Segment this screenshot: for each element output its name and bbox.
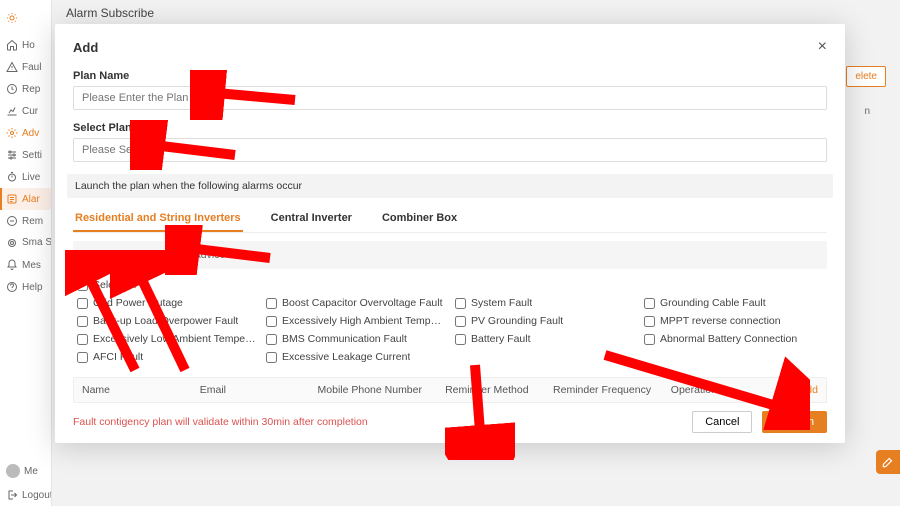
modal-backdrop: Add × Plan Name Select Plant Launch the …	[0, 0, 900, 506]
col-method: Reminder Method	[445, 384, 553, 396]
recipient-table: Name Email Mobile Phone Number Reminder …	[73, 377, 827, 403]
check-item[interactable]: System Fault	[455, 297, 634, 309]
subtab-fault[interactable]: Fault	[83, 246, 122, 264]
sub-tabs: Fault Alarm Advice	[73, 241, 827, 269]
check-item[interactable]: Grounding Cable Fault	[644, 297, 823, 309]
check-item[interactable]: Battery Fault	[455, 333, 634, 345]
check-select-all[interactable]: Select All	[77, 279, 823, 291]
confirm-button[interactable]: Confirm	[762, 411, 827, 433]
subtab-advice[interactable]: Advice	[186, 246, 234, 264]
tab-central[interactable]: Central Inverter	[269, 206, 354, 232]
add-modal: Add × Plan Name Select Plant Launch the …	[55, 24, 845, 443]
subtab-alarm[interactable]: Alarm	[132, 246, 175, 264]
device-tabs: Residential and String Inverters Central…	[73, 206, 827, 233]
tab-combiner[interactable]: Combiner Box	[380, 206, 459, 232]
check-item[interactable]: Excessively Low Ambient Temperat	[77, 333, 256, 345]
check-item[interactable]: Abnormal Battery Connection	[644, 333, 823, 345]
check-item[interactable]: Back-up Load Overpower Fault	[77, 315, 256, 327]
check-item[interactable]: AFCI Fault	[77, 351, 256, 363]
check-item[interactable]: MPPT reverse connection	[644, 315, 823, 327]
warning-text: Fault contigency plan will validate with…	[73, 416, 682, 428]
col-frequency: Reminder Frequency	[553, 384, 671, 396]
check-item[interactable]: Grid Power Outage	[77, 297, 256, 309]
col-phone: Mobile Phone Number	[318, 384, 446, 396]
edit-icon	[881, 455, 895, 469]
info-strip: Launch the plan when the following alarm…	[67, 174, 833, 198]
close-icon[interactable]: ×	[818, 38, 827, 56]
plan-name-label: Plan Name	[73, 70, 827, 82]
check-item[interactable]: BMS Communication Fault	[266, 333, 445, 345]
add-recipient-link[interactable]: +Add	[759, 384, 818, 396]
col-operation: Operation	[671, 384, 759, 396]
check-item[interactable]: Boost Capacitor Overvoltage Fault	[266, 297, 445, 309]
select-plant-input[interactable]	[73, 138, 827, 162]
floating-edit-button[interactable]	[876, 450, 900, 474]
select-plant-label: Select Plant	[73, 122, 827, 134]
cancel-button[interactable]: Cancel	[692, 411, 752, 433]
check-item[interactable]: PV Grounding Fault	[455, 315, 634, 327]
fault-check-grid: Select All Grid Power Outage Boost Capac…	[73, 269, 827, 377]
col-email: Email	[200, 384, 318, 396]
plan-name-input[interactable]	[73, 86, 827, 110]
col-name: Name	[82, 384, 200, 396]
check-item[interactable]: Excessive Leakage Current	[266, 351, 445, 363]
modal-title: Add	[73, 40, 98, 55]
tab-residential[interactable]: Residential and String Inverters	[73, 206, 243, 232]
check-item[interactable]: Excessively High Ambient Temperat	[266, 315, 445, 327]
